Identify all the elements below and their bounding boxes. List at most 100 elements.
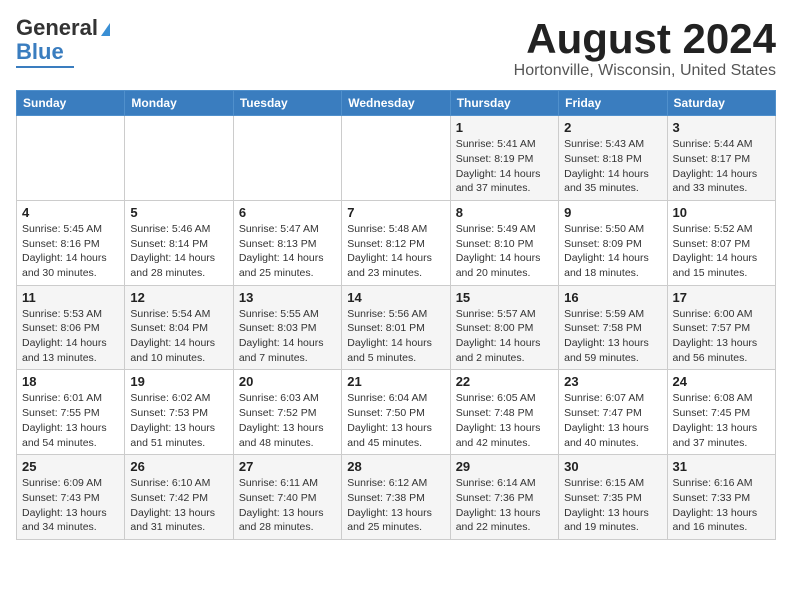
day-info: Sunrise: 5:54 AM Sunset: 8:04 PM Dayligh… bbox=[130, 307, 227, 366]
calendar-cell bbox=[17, 116, 125, 201]
day-info: Sunrise: 5:52 AM Sunset: 8:07 PM Dayligh… bbox=[673, 222, 770, 281]
day-info: Sunrise: 6:05 AM Sunset: 7:48 PM Dayligh… bbox=[456, 391, 553, 450]
day-number: 3 bbox=[673, 120, 770, 135]
calendar-cell: 17Sunrise: 6:00 AM Sunset: 7:57 PM Dayli… bbox=[667, 285, 775, 370]
calendar-week-row: 11Sunrise: 5:53 AM Sunset: 8:06 PM Dayli… bbox=[17, 285, 776, 370]
calendar-cell: 25 Sunrise: 6:09 AM Sunset: 7:43 PM Dayli… bbox=[17, 455, 125, 540]
day-number: 2 bbox=[564, 120, 661, 135]
day-info: Sunrise: 6:16 AM Sunset: 7:33 PM Dayligh… bbox=[673, 476, 770, 535]
calendar-cell: 29 Sunrise: 6:14 AM Sunset: 7:36 PM Dayli… bbox=[450, 455, 558, 540]
calendar-title: August 2024 bbox=[514, 16, 776, 62]
calendar-cell: 5 Sunrise: 5:46 AM Sunset: 8:14 PM Daylig… bbox=[125, 200, 233, 285]
day-number: 17 bbox=[673, 290, 770, 305]
calendar-cell bbox=[125, 116, 233, 201]
calendar-cell: 2Sunrise: 5:43 AM Sunset: 8:18 PM Daylig… bbox=[559, 116, 667, 201]
day-number: 24 bbox=[673, 374, 770, 389]
page-header: General Blue August 2024 Hortonville, Wi… bbox=[16, 16, 776, 80]
calendar-cell: 15 Sunrise: 5:57 AM Sunset: 8:00 PM Dayli… bbox=[450, 285, 558, 370]
calendar-week-row: 25 Sunrise: 6:09 AM Sunset: 7:43 PM Dayli… bbox=[17, 455, 776, 540]
day-number: 9 bbox=[564, 205, 661, 220]
logo-blue-text: Blue bbox=[16, 40, 64, 64]
calendar-cell: 28 Sunrise: 6:12 AM Sunset: 7:38 PM Dayli… bbox=[342, 455, 450, 540]
calendar-cell: 27 Sunrise: 6:11 AM Sunset: 7:40 PM Dayli… bbox=[233, 455, 341, 540]
day-number: 28 bbox=[347, 459, 444, 474]
day-of-week-header: Thursday bbox=[450, 91, 558, 116]
calendar-week-row: 4 Sunrise: 5:45 AM Sunset: 8:16 PM Daylig… bbox=[17, 200, 776, 285]
day-number: 16 bbox=[564, 290, 661, 305]
day-number: 31 bbox=[673, 459, 770, 474]
day-info: Sunrise: 6:09 AM Sunset: 7:43 PM Dayligh… bbox=[22, 476, 119, 535]
day-number: 26 bbox=[130, 459, 227, 474]
day-number: 13 bbox=[239, 290, 336, 305]
day-number: 19 bbox=[130, 374, 227, 389]
calendar-cell: 20 Sunrise: 6:03 AM Sunset: 7:52 PM Dayli… bbox=[233, 370, 341, 455]
day-number: 5 bbox=[130, 205, 227, 220]
day-number: 8 bbox=[456, 205, 553, 220]
title-block: August 2024 Hortonville, Wisconsin, Unit… bbox=[514, 16, 776, 80]
calendar-cell: 7 Sunrise: 5:48 AM Sunset: 8:12 PM Daylig… bbox=[342, 200, 450, 285]
day-info: Sunrise: 5:56 AM Sunset: 8:01 PM Dayligh… bbox=[347, 307, 444, 366]
calendar-cell: 30 Sunrise: 6:15 AM Sunset: 7:35 PM Dayli… bbox=[559, 455, 667, 540]
day-number: 14 bbox=[347, 290, 444, 305]
day-info: Sunrise: 6:01 AM Sunset: 7:55 PM Dayligh… bbox=[22, 391, 119, 450]
day-number: 27 bbox=[239, 459, 336, 474]
day-info: Sunrise: 6:11 AM Sunset: 7:40 PM Dayligh… bbox=[239, 476, 336, 535]
calendar-cell: 8 Sunrise: 5:49 AM Sunset: 8:10 PM Daylig… bbox=[450, 200, 558, 285]
calendar-cell: 19Sunrise: 6:02 AM Sunset: 7:53 PM Dayli… bbox=[125, 370, 233, 455]
day-of-week-header: Monday bbox=[125, 91, 233, 116]
day-number: 21 bbox=[347, 374, 444, 389]
day-info: Sunrise: 5:49 AM Sunset: 8:10 PM Dayligh… bbox=[456, 222, 553, 281]
calendar-cell: 9 Sunrise: 5:50 AM Sunset: 8:09 PM Daylig… bbox=[559, 200, 667, 285]
day-info: Sunrise: 6:10 AM Sunset: 7:42 PM Dayligh… bbox=[130, 476, 227, 535]
day-number: 25 bbox=[22, 459, 119, 474]
calendar-cell: 14 Sunrise: 5:56 AM Sunset: 8:01 PM Dayli… bbox=[342, 285, 450, 370]
calendar-cell: 11Sunrise: 5:53 AM Sunset: 8:06 PM Dayli… bbox=[17, 285, 125, 370]
calendar-table: SundayMondayTuesdayWednesdayThursdayFrid… bbox=[16, 90, 776, 540]
day-number: 11 bbox=[22, 290, 119, 305]
day-info: Sunrise: 6:15 AM Sunset: 7:35 PM Dayligh… bbox=[564, 476, 661, 535]
day-number: 29 bbox=[456, 459, 553, 474]
day-of-week-header: Saturday bbox=[667, 91, 775, 116]
calendar-cell: 12Sunrise: 5:54 AM Sunset: 8:04 PM Dayli… bbox=[125, 285, 233, 370]
calendar-week-row: 1Sunrise: 5:41 AM Sunset: 8:19 PM Daylig… bbox=[17, 116, 776, 201]
day-of-week-header: Tuesday bbox=[233, 91, 341, 116]
day-info: Sunrise: 6:12 AM Sunset: 7:38 PM Dayligh… bbox=[347, 476, 444, 535]
day-number: 4 bbox=[22, 205, 119, 220]
day-info: Sunrise: 6:03 AM Sunset: 7:52 PM Dayligh… bbox=[239, 391, 336, 450]
day-info: Sunrise: 5:48 AM Sunset: 8:12 PM Dayligh… bbox=[347, 222, 444, 281]
days-of-week-row: SundayMondayTuesdayWednesdayThursdayFrid… bbox=[17, 91, 776, 116]
day-info: Sunrise: 6:14 AM Sunset: 7:36 PM Dayligh… bbox=[456, 476, 553, 535]
calendar-cell: 10 Sunrise: 5:52 AM Sunset: 8:07 PM Dayli… bbox=[667, 200, 775, 285]
day-of-week-header: Wednesday bbox=[342, 91, 450, 116]
logo-text: General bbox=[16, 16, 110, 40]
day-info: Sunrise: 5:50 AM Sunset: 8:09 PM Dayligh… bbox=[564, 222, 661, 281]
day-info: Sunrise: 5:57 AM Sunset: 8:00 PM Dayligh… bbox=[456, 307, 553, 366]
calendar-location: Hortonville, Wisconsin, United States bbox=[514, 62, 776, 80]
calendar-week-row: 18 Sunrise: 6:01 AM Sunset: 7:55 PM Dayli… bbox=[17, 370, 776, 455]
calendar-cell: 16 Sunrise: 5:59 AM Sunset: 7:58 PM Dayli… bbox=[559, 285, 667, 370]
logo-underline bbox=[16, 66, 74, 68]
day-info: Sunrise: 5:59 AM Sunset: 7:58 PM Dayligh… bbox=[564, 307, 661, 366]
day-number: 10 bbox=[673, 205, 770, 220]
day-info: Sunrise: 5:45 AM Sunset: 8:16 PM Dayligh… bbox=[22, 222, 119, 281]
day-number: 15 bbox=[456, 290, 553, 305]
day-of-week-header: Friday bbox=[559, 91, 667, 116]
calendar-cell: 13 Sunrise: 5:55 AM Sunset: 8:03 PM Dayli… bbox=[233, 285, 341, 370]
day-number: 30 bbox=[564, 459, 661, 474]
day-number: 7 bbox=[347, 205, 444, 220]
calendar-cell: 31 Sunrise: 6:16 AM Sunset: 7:33 PM Dayli… bbox=[667, 455, 775, 540]
calendar-cell: 6Sunrise: 5:47 AM Sunset: 8:13 PM Daylig… bbox=[233, 200, 341, 285]
day-number: 1 bbox=[456, 120, 553, 135]
day-info: Sunrise: 6:04 AM Sunset: 7:50 PM Dayligh… bbox=[347, 391, 444, 450]
calendar-cell: 3Sunrise: 5:44 AM Sunset: 8:17 PM Daylig… bbox=[667, 116, 775, 201]
day-info: Sunrise: 5:47 AM Sunset: 8:13 PM Dayligh… bbox=[239, 222, 336, 281]
calendar-cell: 1Sunrise: 5:41 AM Sunset: 8:19 PM Daylig… bbox=[450, 116, 558, 201]
calendar-cell bbox=[233, 116, 341, 201]
day-number: 18 bbox=[22, 374, 119, 389]
day-info: Sunrise: 5:55 AM Sunset: 8:03 PM Dayligh… bbox=[239, 307, 336, 366]
calendar-cell: 26 Sunrise: 6:10 AM Sunset: 7:42 PM Dayli… bbox=[125, 455, 233, 540]
day-number: 22 bbox=[456, 374, 553, 389]
day-number: 20 bbox=[239, 374, 336, 389]
calendar-cell: 18 Sunrise: 6:01 AM Sunset: 7:55 PM Dayli… bbox=[17, 370, 125, 455]
day-info: Sunrise: 5:46 AM Sunset: 8:14 PM Dayligh… bbox=[130, 222, 227, 281]
